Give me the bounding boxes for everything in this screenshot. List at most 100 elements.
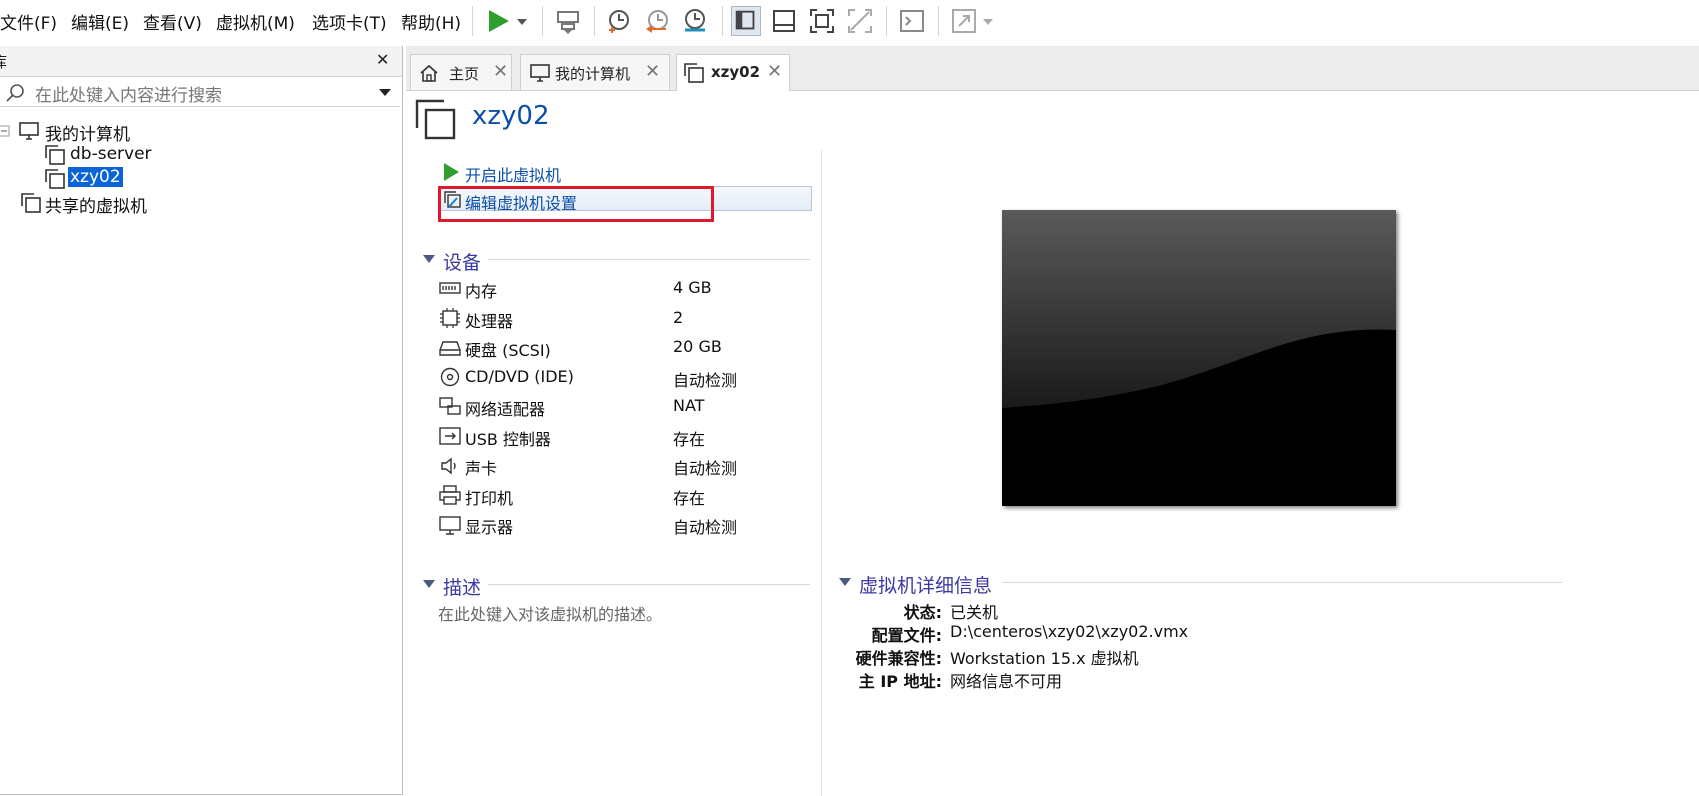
- play-icon[interactable]: [483, 6, 513, 36]
- printer-icon: [439, 485, 461, 505]
- tree-label-my-computer[interactable]: 我的计算机: [45, 120, 130, 145]
- devices-title[interactable]: 设备: [443, 248, 481, 275]
- vm-icon: [45, 145, 65, 165]
- menu-tabs[interactable]: 选项卡(T): [312, 9, 387, 34]
- device-name[interactable]: 显示器: [465, 514, 513, 538]
- usb-icon: [439, 427, 461, 445]
- device-name[interactable]: 打印机: [465, 485, 513, 509]
- tab-home[interactable]: 主页 ✕: [410, 54, 512, 90]
- device-name[interactable]: 声卡: [465, 455, 497, 479]
- device-name[interactable]: 网络适配器: [465, 396, 545, 420]
- hard-disk-icon: [439, 341, 461, 356]
- processor-icon: [440, 308, 460, 328]
- device-name[interactable]: 处理器: [465, 308, 513, 332]
- computer-icon: [530, 64, 550, 82]
- device-name[interactable]: 硬盘 (SCSI): [465, 337, 551, 361]
- column-divider: [821, 150, 822, 796]
- library-header: 库 ✕: [0, 46, 402, 77]
- computer-icon: [19, 122, 39, 140]
- collapse-arrow-icon[interactable]: [422, 254, 436, 264]
- menu-view[interactable]: 查看(V): [143, 9, 202, 34]
- snapshot-take-icon[interactable]: [604, 6, 634, 36]
- device-name[interactable]: 内存: [465, 278, 497, 302]
- play-icon: [444, 163, 459, 181]
- highlight-box: [438, 186, 714, 222]
- chevron-down-icon[interactable]: [377, 86, 393, 98]
- tab-my-computer[interactable]: 我的计算机 ✕: [520, 54, 670, 90]
- device-value: NAT: [673, 396, 705, 415]
- device-value: 2: [673, 308, 684, 327]
- vm-large-icon: [415, 99, 456, 140]
- stretch-guest-icon[interactable]: [949, 6, 979, 36]
- unity-icon[interactable]: [845, 6, 875, 36]
- display-icon: [439, 516, 461, 535]
- vm-icon: [684, 63, 704, 83]
- thumbnail-bar-icon[interactable]: [769, 6, 799, 36]
- section-divider: [488, 584, 810, 585]
- sound-icon: [441, 457, 456, 475]
- toolbar-separator: [594, 6, 595, 36]
- home-icon: [420, 64, 438, 82]
- power-on-link[interactable]: 开启此虚拟机: [465, 162, 561, 186]
- toolbar-separator: [542, 6, 543, 36]
- device-value: 自动检测: [673, 371, 738, 390]
- full-screen-icon[interactable]: [807, 6, 837, 36]
- tree-label-db-server[interactable]: db-server: [70, 144, 152, 164]
- library-title: 库: [0, 51, 7, 72]
- menu-vm[interactable]: 虚拟机(M): [216, 9, 295, 34]
- network-adapter-icon: [439, 397, 461, 415]
- collapse-arrow-icon[interactable]: [422, 579, 436, 589]
- dropdown-arrow-icon[interactable]: [980, 6, 996, 36]
- menu-edit[interactable]: 编辑(E): [71, 9, 129, 34]
- detail-value: 网络信息不可用: [950, 672, 1063, 691]
- detail-value: Workstation 15.x 虚拟机: [950, 649, 1139, 668]
- device-value: 自动检测: [673, 459, 738, 478]
- snapshot-manager-icon[interactable]: [680, 6, 710, 36]
- device-value: 存在: [673, 430, 706, 449]
- detail-label: 主 IP 地址:: [858, 672, 942, 691]
- toolbar-separator: [886, 6, 887, 36]
- description-title[interactable]: 描述: [443, 573, 481, 600]
- show-library-icon: [735, 10, 755, 30]
- detail-label: 硬件兼容性:: [855, 649, 942, 668]
- tree-label-shared-vms[interactable]: 共享的虚拟机: [45, 192, 147, 217]
- collapse-icon[interactable]: [0, 125, 10, 137]
- shared-vms-icon: [21, 193, 41, 213]
- search-icon: [6, 84, 24, 102]
- tab-label: 我的计算机: [555, 65, 631, 83]
- collapse-arrow-icon[interactable]: [838, 577, 852, 587]
- dropdown-arrow-icon[interactable]: [512, 6, 532, 36]
- vm-screen-preview[interactable]: [1002, 210, 1396, 506]
- device-value: 存在: [673, 489, 706, 508]
- close-icon[interactable]: ✕: [767, 61, 782, 82]
- device-name[interactable]: CD/DVD (IDE): [465, 367, 574, 386]
- vm-title: xzy02: [472, 101, 550, 131]
- tab-label: xzy02: [711, 63, 761, 81]
- library-search-box[interactable]: 在此处键入内容进行搜索: [0, 78, 400, 107]
- toolbar-separator: [472, 6, 473, 36]
- device-name[interactable]: USB 控制器: [465, 426, 551, 450]
- menu-file[interactable]: 文件(F): [0, 9, 57, 34]
- close-icon[interactable]: ✕: [645, 61, 660, 82]
- detail-value: D:\centeros\xzy02\xzy02.vmx: [950, 622, 1189, 641]
- section-divider: [488, 259, 810, 260]
- description-field[interactable]: 在此处键入对该虚拟机的描述。: [438, 601, 662, 625]
- device-value: 20 GB: [673, 337, 722, 356]
- send-ctrl-alt-del-icon[interactable]: [553, 6, 583, 36]
- close-icon[interactable]: ✕: [493, 61, 508, 82]
- close-icon[interactable]: ✕: [376, 50, 389, 69]
- vm-icon: [45, 169, 65, 189]
- snapshot-revert-icon[interactable]: [642, 6, 672, 36]
- show-library-toggle[interactable]: [731, 6, 761, 36]
- tree-label-xzy02[interactable]: xzy02: [67, 166, 124, 188]
- console-view-icon[interactable]: [897, 6, 927, 36]
- menu-help[interactable]: 帮助(H): [401, 9, 461, 34]
- search-input[interactable]: 在此处键入内容进行搜索: [35, 81, 222, 106]
- detail-label: 状态:: [903, 603, 942, 622]
- detail-value: 已关机: [950, 603, 999, 622]
- details-title[interactable]: 虚拟机详细信息: [859, 571, 992, 598]
- vm-preview-image: [1002, 210, 1396, 506]
- tab-xzy02[interactable]: xzy02 ✕: [676, 54, 790, 91]
- detail-label: 配置文件:: [871, 626, 942, 645]
- device-value: 4 GB: [673, 278, 712, 297]
